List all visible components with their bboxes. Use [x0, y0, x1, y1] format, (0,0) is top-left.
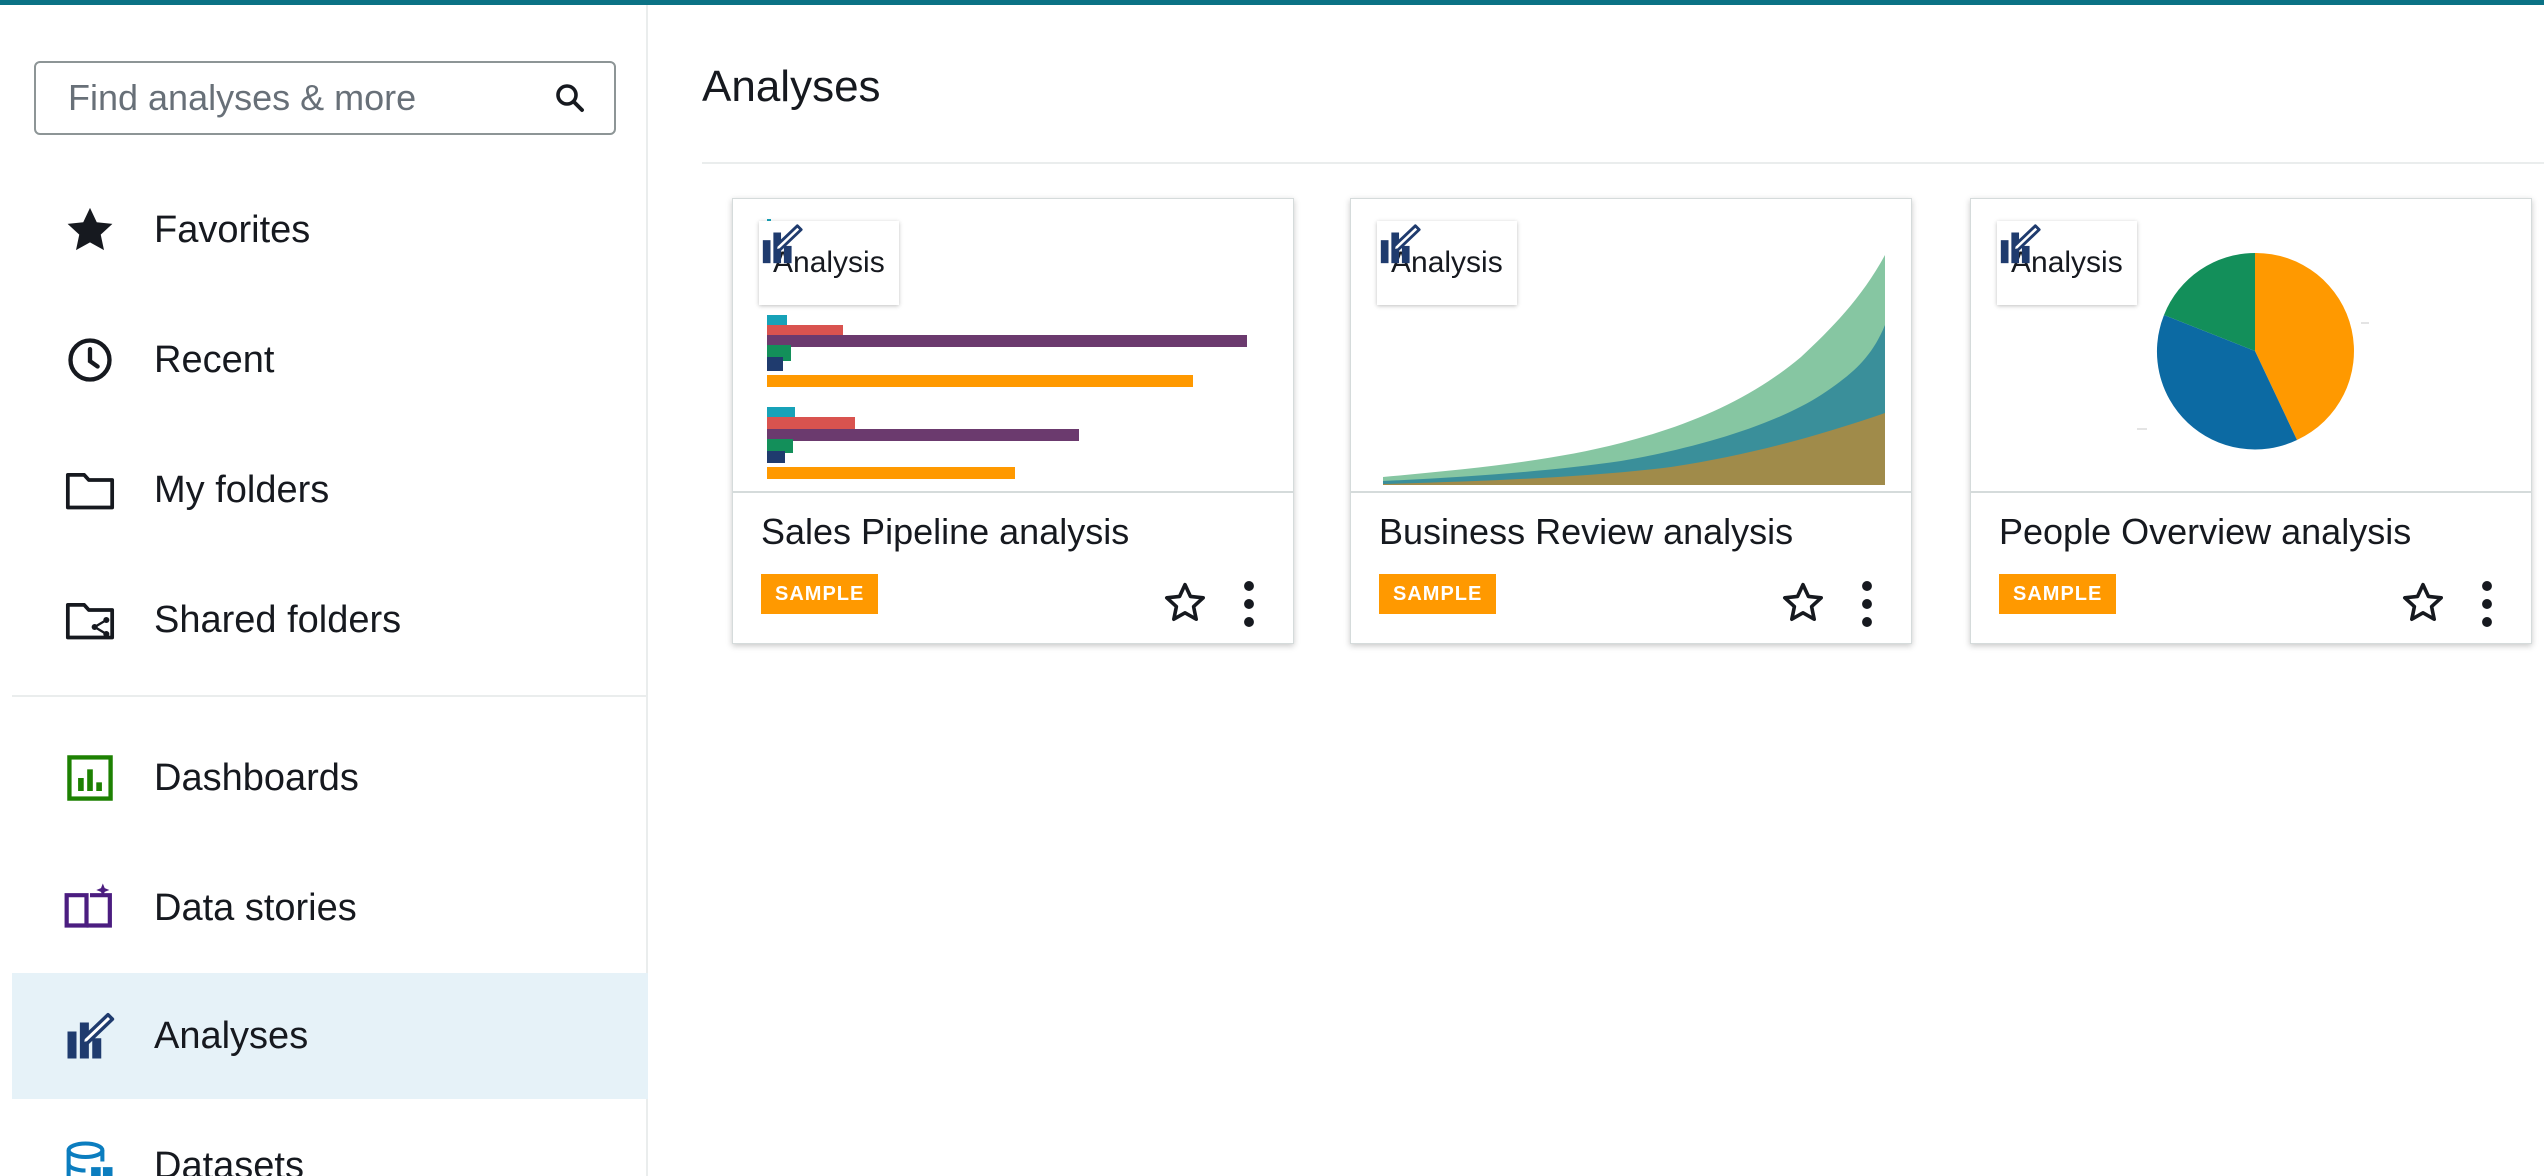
folder-icon	[62, 462, 118, 518]
sidebar-item-label: Recent	[154, 338, 275, 381]
sample-badge: SAMPLE	[761, 574, 879, 614]
sidebar-item-analyses[interactable]: Analyses	[12, 973, 648, 1099]
sidebar-item-label: Datasets	[154, 1144, 304, 1176]
favorite-star-icon[interactable]	[1161, 579, 1209, 627]
analysis-icon	[2000, 224, 2041, 264]
data-story-icon	[62, 880, 118, 936]
search-icon[interactable]	[552, 80, 588, 116]
sample-badge: SAMPLE	[1379, 574, 1497, 614]
analysis-type-badge: Analysis	[759, 221, 899, 305]
analysis-icon	[762, 224, 803, 264]
dataset-icon	[62, 1138, 118, 1176]
sidebar-item-recent[interactable]: Recent	[12, 297, 648, 423]
analysis-type-badge: Analysis	[1997, 221, 2137, 305]
analysis-card[interactable]: Analysis Business Review analysis SAMPLE	[1350, 198, 1912, 644]
sidebar-item-label: Dashboards	[154, 756, 359, 799]
sidebar-item-shared-folders[interactable]: Shared folders	[12, 557, 648, 683]
card-thumbnail[interactable]: Analysis	[1971, 199, 2531, 493]
page-title: Analyses	[702, 62, 881, 111]
more-options-icon[interactable]	[1237, 577, 1261, 631]
analysis-icon	[62, 1008, 118, 1064]
card-title[interactable]: Sales Pipeline analysis	[761, 511, 1129, 553]
card-title[interactable]: People Overview analysis	[1999, 511, 2411, 553]
title-divider	[702, 162, 2544, 164]
sidebar-item-data-stories[interactable]: Data stories	[12, 845, 648, 971]
card-thumbnail[interactable]: Analysis	[733, 199, 1293, 493]
more-options-icon[interactable]	[2475, 577, 2499, 631]
card-title[interactable]: Business Review analysis	[1379, 511, 1793, 553]
dashboard-icon	[62, 750, 118, 806]
sidebar-divider	[12, 695, 648, 697]
analysis-card[interactable]: Analysis People Overview analysis SAMPLE	[1970, 198, 2532, 644]
shared-folder-icon	[62, 592, 118, 648]
sidebar-item-label: Favorites	[154, 208, 311, 251]
sidebar-item-my-folders[interactable]: My folders	[12, 427, 648, 553]
clock-icon	[62, 332, 118, 388]
sidebar-item-datasets[interactable]: Datasets	[12, 1103, 648, 1176]
favorite-star-icon[interactable]	[2399, 579, 2447, 627]
sample-badge: SAMPLE	[1999, 574, 2117, 614]
sidebar-item-label: My folders	[154, 468, 330, 511]
sidebar: Find analyses & more Favorites Recent My…	[0, 5, 648, 1176]
sidebar-item-dashboards[interactable]: Dashboards	[12, 715, 648, 841]
card-thumbnail[interactable]: Analysis	[1351, 199, 1911, 493]
sidebar-item-label: Data stories	[154, 886, 357, 929]
analysis-icon	[1380, 224, 1421, 264]
star-icon	[62, 202, 118, 258]
sidebar-item-label: Shared folders	[154, 598, 402, 641]
analysis-type-badge: Analysis	[1377, 221, 1517, 305]
analysis-card[interactable]: Analysis Sales Pipeline analysis SAMPLE	[732, 198, 1294, 644]
sidebar-item-favorites[interactable]: Favorites	[12, 167, 648, 293]
search-placeholder: Find analyses & more	[68, 77, 417, 118]
more-options-icon[interactable]	[1855, 577, 1879, 631]
sidebar-item-label: Analyses	[154, 1014, 309, 1057]
favorite-star-icon[interactable]	[1779, 579, 1827, 627]
search-input[interactable]: Find analyses & more	[34, 61, 616, 135]
